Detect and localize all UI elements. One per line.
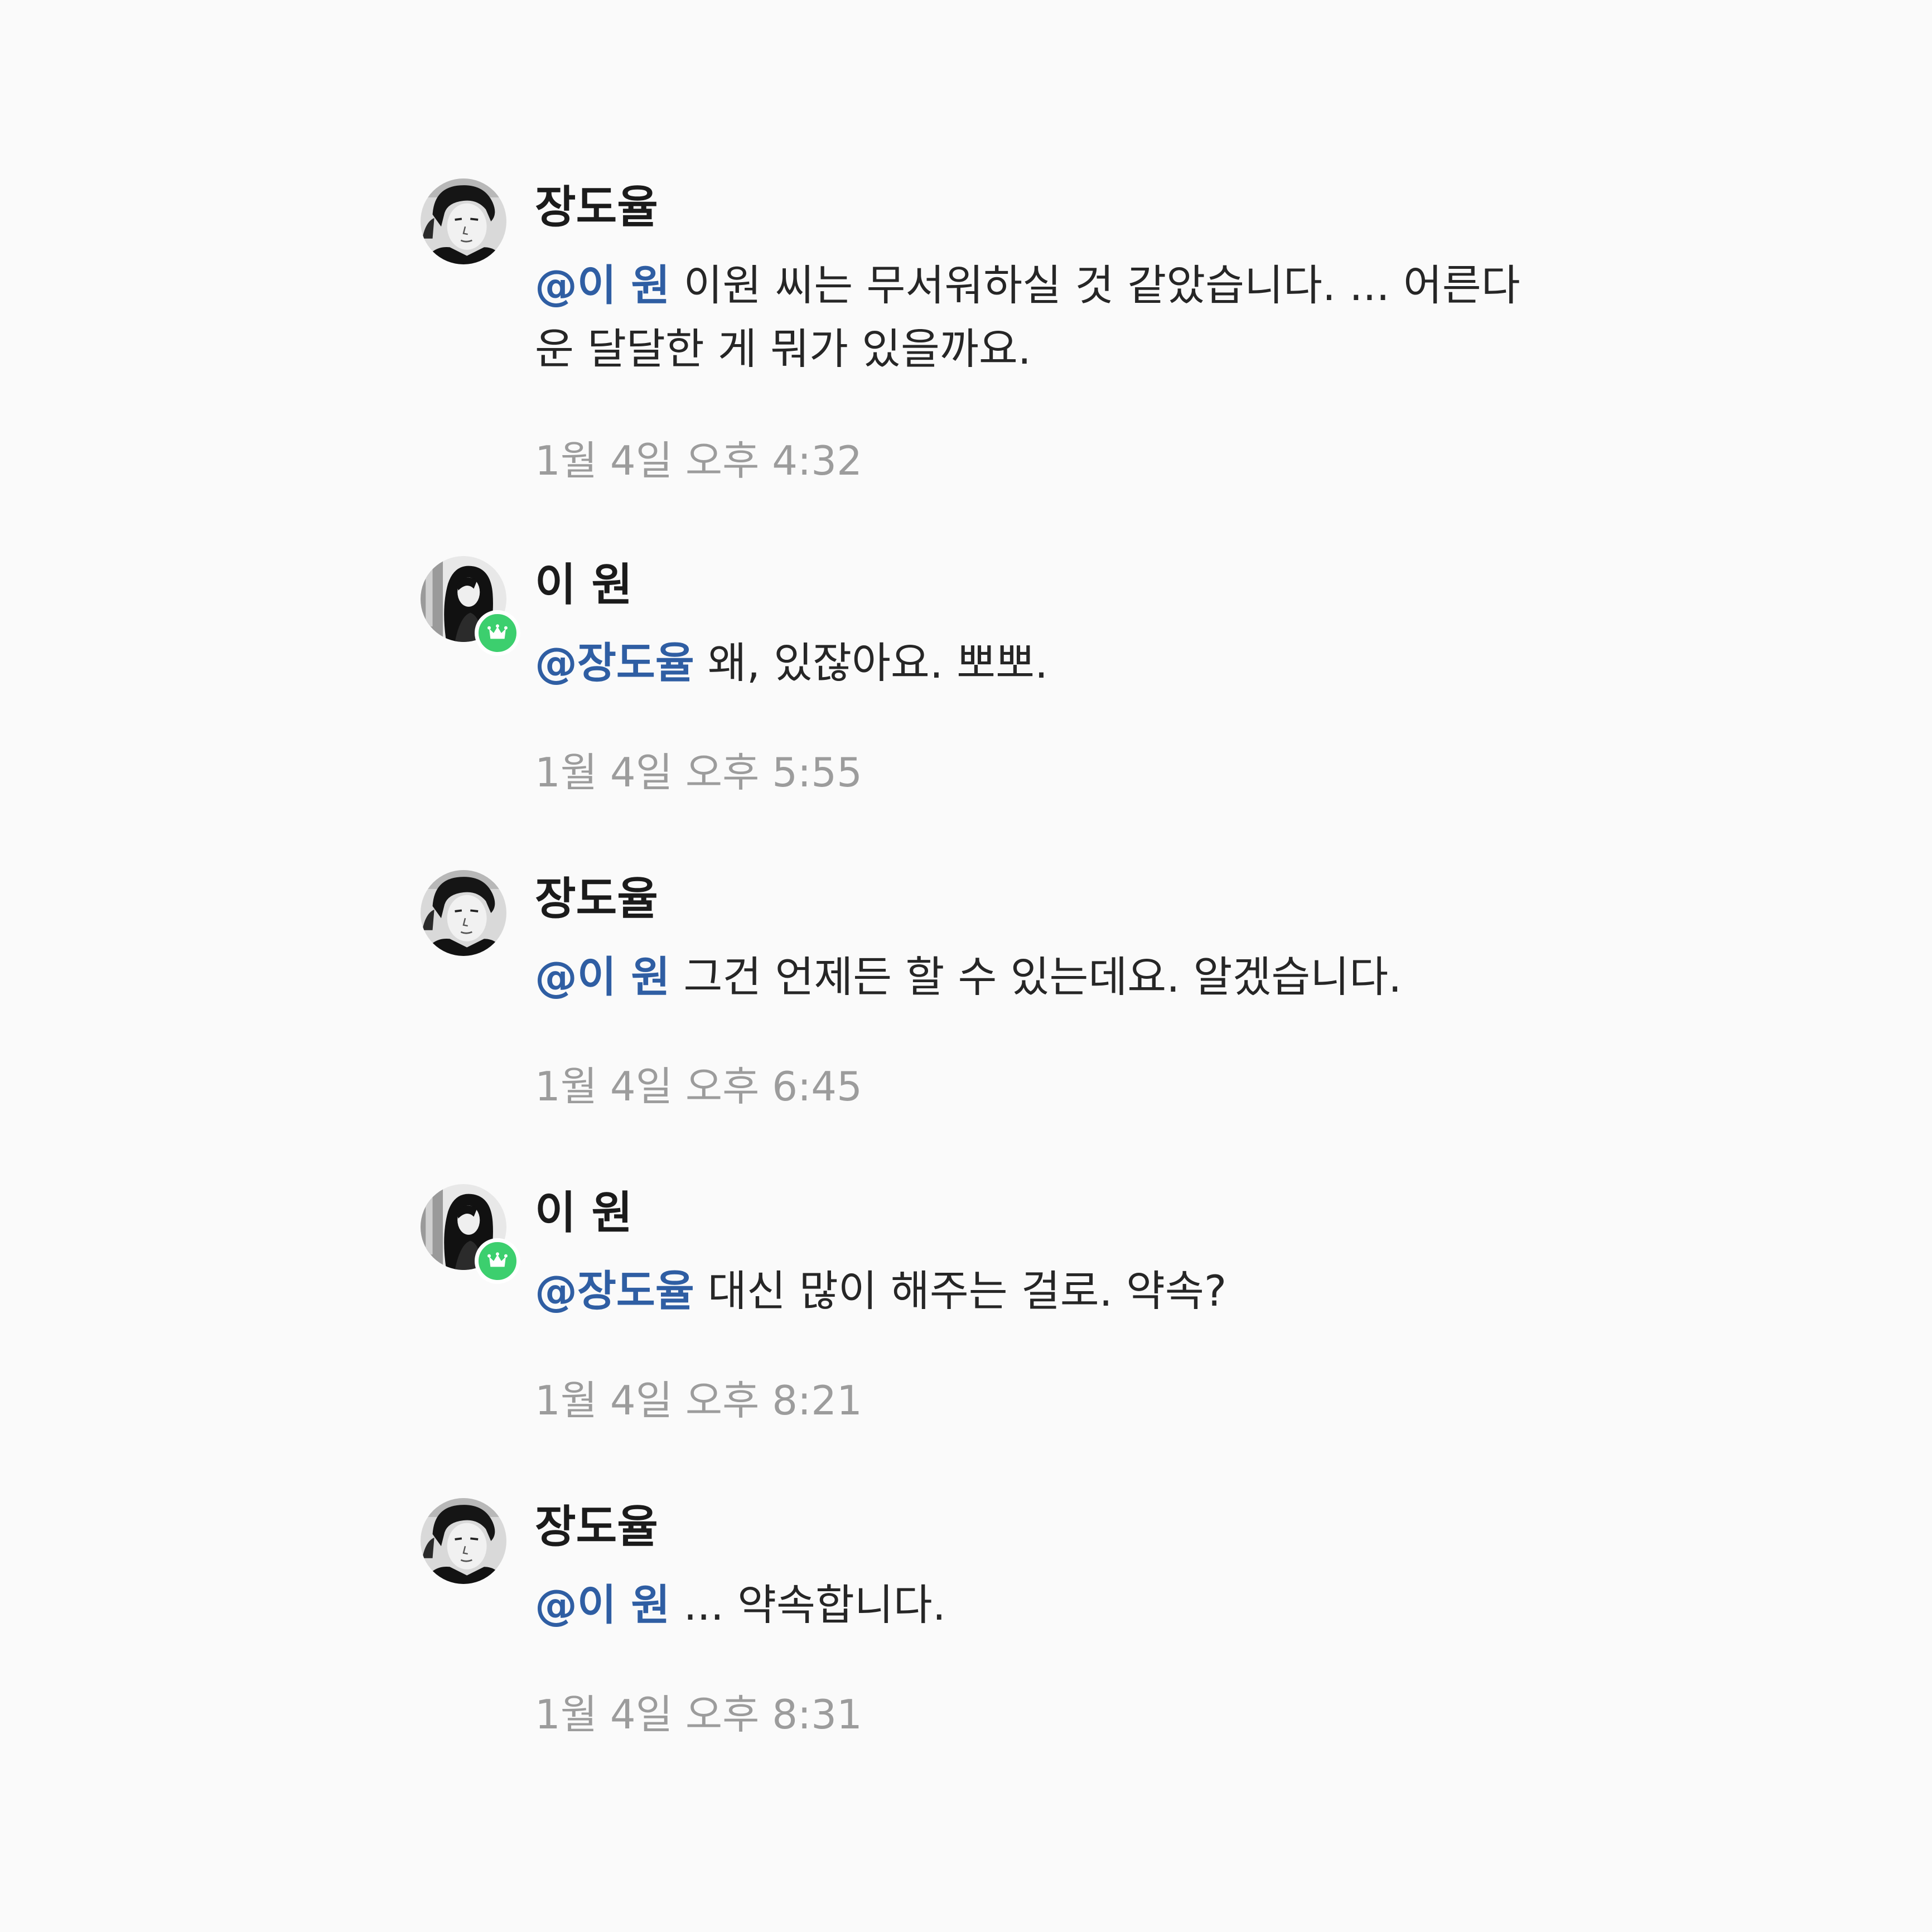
timestamp: 1월 4일 오후 4:32 (535, 437, 862, 484)
avatar[interactable] (421, 556, 520, 656)
mention-link[interactable]: @이 원 (535, 1580, 670, 1630)
comment-thread: 장도율 @이 원 이원 씨는 무서워하실 것 같았습니다. ... 어른다운 달… (0, 0, 1932, 1932)
timestamp: 1월 4일 오후 6:45 (535, 1063, 862, 1110)
comment-text: 그건 언제든 할 수 있는데요. 알겠습니다. (670, 952, 1402, 1002)
author-name[interactable]: 장도율 (535, 1505, 658, 1549)
timestamp: 1월 4일 오후 8:21 (535, 1377, 862, 1424)
mention-link[interactable]: @이 원 (535, 952, 670, 1002)
host-badge (475, 610, 520, 656)
comment-item: 장도율 @이 원 그건 언제든 할 수 있는데요. 알겠습니다. 1월 4일 오… (421, 870, 1592, 1121)
avatar[interactable] (421, 1498, 506, 1584)
comment-item: 이 원 @장도율 대신 많이 해주는 걸로. 약속? 1월 4일 오후 8:21 (421, 1184, 1592, 1435)
avatar[interactable] (421, 178, 506, 264)
comment-item: 장도율 @이 원 이원 씨는 무서워하실 것 같았습니다. ... 어른다운 달… (421, 178, 1592, 491)
comment-body: @이 원 이원 씨는 무서워하실 것 같았습니다. ... 어른다운 달달한 게… (535, 254, 1550, 381)
comment-body: @이 원 그건 언제든 할 수 있는데요. 알겠습니다. (535, 945, 1550, 1009)
avatar[interactable] (421, 870, 506, 956)
mention-link[interactable]: @장도율 (535, 638, 694, 688)
comment-body: @이 원 ... 약속합니다. (535, 1573, 1550, 1637)
crown-icon (485, 620, 510, 646)
comment-item: 이 원 @장도율 왜, 있잖아요. 뽀뽀. 1월 4일 오후 5:55 (421, 556, 1592, 807)
comment-text: 대신 많이 해주는 걸로. 약속? (694, 1266, 1227, 1316)
comment-text: 이원 씨는 무서워하실 것 같았습니다. ... 어른다운 달달한 게 뭐가 있… (535, 260, 1520, 374)
author-name[interactable]: 장도율 (535, 877, 658, 921)
crown-icon (485, 1248, 510, 1274)
mention-link[interactable]: @이 원 (535, 260, 670, 310)
man-portrait-avatar (421, 870, 506, 956)
comment-item: 장도율 @이 원 ... 약속합니다. 1월 4일 오후 8:31 (421, 1498, 1592, 1749)
author-name[interactable]: 장도율 (535, 185, 658, 230)
timestamp: 1월 4일 오후 5:55 (535, 749, 862, 796)
comment-body: @장도율 대신 많이 해주는 걸로. 약속? (535, 1259, 1550, 1323)
comment-body: @장도율 왜, 있잖아요. 뽀뽀. (535, 631, 1550, 695)
host-badge (475, 1238, 520, 1284)
author-name[interactable]: 이 원 (535, 563, 632, 607)
mention-link[interactable]: @장도율 (535, 1266, 694, 1316)
author-name[interactable]: 이 원 (535, 1191, 632, 1235)
man-portrait-avatar (421, 1498, 506, 1584)
timestamp: 1월 4일 오후 8:31 (535, 1691, 862, 1738)
avatar[interactable] (421, 1184, 520, 1284)
comment-text: 왜, 있잖아요. 뽀뽀. (694, 638, 1049, 688)
comment-text: ... 약속합니다. (670, 1580, 946, 1630)
man-portrait-avatar (421, 178, 506, 264)
